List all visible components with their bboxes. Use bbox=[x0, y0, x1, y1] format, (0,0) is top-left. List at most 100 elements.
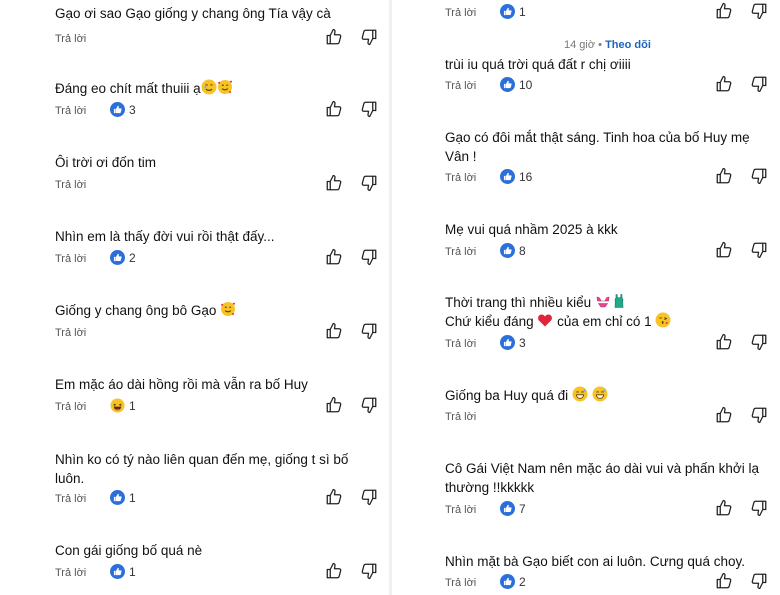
comment-text: trùi iu quá trời quá đất r chị ơiiii bbox=[445, 55, 631, 74]
reply-link[interactable]: Trả lời bbox=[55, 33, 86, 45]
like-count: 3 bbox=[500, 335, 526, 350]
thumbs-down-icon[interactable] bbox=[360, 174, 378, 192]
thumbs-down-icon[interactable] bbox=[750, 241, 768, 259]
follow-link[interactable]: Theo dõi bbox=[605, 39, 651, 51]
comment-text: Gạo ơi sao Gạo giống y chang ông Tía vậy… bbox=[55, 4, 331, 23]
thumbs-down-icon[interactable] bbox=[360, 562, 378, 580]
thumbs-up-icon[interactable] bbox=[715, 167, 733, 185]
thumbs-down-icon[interactable] bbox=[750, 167, 768, 185]
reply-link[interactable]: Trả lời bbox=[55, 253, 86, 265]
reply-link[interactable]: Trả lời bbox=[55, 105, 86, 117]
comment-text: Con gái giống bố quá nè bbox=[55, 541, 202, 560]
like-badge-icon bbox=[500, 243, 515, 258]
comment-line: Chứ kiểu đáng bbox=[445, 314, 534, 329]
reply-link[interactable]: Trả lời bbox=[445, 338, 476, 350]
like-count-value: 16 bbox=[519, 169, 533, 184]
time-ago: 14 giờ bbox=[564, 39, 596, 51]
like-count-value: 1 bbox=[129, 490, 136, 505]
thumbs-down-icon[interactable] bbox=[750, 2, 768, 20]
thumbs-down-icon[interactable] bbox=[360, 396, 378, 414]
thumbs-up-icon[interactable] bbox=[715, 499, 733, 517]
thumbs-up-icon[interactable] bbox=[715, 572, 733, 590]
like-count-value: 1 bbox=[129, 564, 136, 579]
thumbs-down-icon[interactable] bbox=[750, 75, 768, 93]
thumbs-down-icon[interactable] bbox=[360, 488, 378, 506]
like-badge-icon bbox=[500, 501, 515, 516]
like-badge-icon bbox=[110, 250, 125, 265]
comment-line: Con gái giống bố quá nè bbox=[55, 543, 203, 558]
like-count: 1 bbox=[110, 490, 136, 505]
thumbs-down-icon[interactable] bbox=[360, 322, 378, 340]
thumbs-up-icon[interactable] bbox=[715, 2, 733, 20]
comment-line: Gạo có đôi mắt thật sáng. Tinh hoa của b… bbox=[445, 130, 750, 145]
comment-text: Em mặc áo dài hồng rồi mà vẫn ra bố Huy bbox=[55, 375, 308, 394]
reply-link[interactable]: Trả lời bbox=[55, 493, 86, 505]
like-badge-icon bbox=[110, 490, 125, 505]
like-count-value: 7 bbox=[519, 501, 526, 516]
like-count-value: 1 bbox=[519, 4, 526, 19]
thumbs-down-icon[interactable] bbox=[750, 499, 768, 517]
thumbs-up-icon[interactable] bbox=[325, 100, 343, 118]
thumbs-up-icon[interactable] bbox=[325, 28, 343, 46]
thumbs-down-icon[interactable] bbox=[750, 333, 768, 351]
thumbs-up-icon[interactable] bbox=[715, 75, 733, 93]
like-count: 8 bbox=[500, 243, 526, 258]
reply-link[interactable]: Trả lời bbox=[445, 411, 476, 423]
grin-sweat-emoji-icon bbox=[572, 386, 588, 402]
tearful-smile-emoji-icon bbox=[201, 79, 217, 95]
reply-link[interactable]: Trả lời bbox=[445, 172, 476, 184]
thumbs-up-icon[interactable] bbox=[715, 406, 733, 424]
comment-text: Nhìn mặt bà Gạo biết con ai luôn. Cưng q… bbox=[445, 552, 745, 571]
reply-link[interactable]: Trả lời bbox=[55, 179, 86, 191]
like-badge-icon bbox=[110, 102, 125, 117]
comment-line: Mẹ vui quá nhầm 2025 à kkk bbox=[445, 222, 618, 237]
comment-line: Thời trang thì nhiều kiểu bbox=[445, 295, 592, 310]
comment-line: trùi iu quá trời quá đất r chị ơiiii bbox=[445, 57, 631, 72]
like-count: 1 bbox=[500, 4, 526, 19]
like-badge-icon bbox=[110, 564, 125, 579]
comment-text: Cô Gái Việt Nam nên mặc áo dài vui và ph… bbox=[445, 459, 759, 497]
comment-text: Ôi trời ơi đốn tim bbox=[55, 153, 156, 172]
thumbs-up-icon[interactable] bbox=[325, 248, 343, 266]
thumbs-down-icon[interactable] bbox=[360, 248, 378, 266]
reply-link[interactable]: Trả lời bbox=[55, 401, 86, 413]
smiling-hearts-emoji-icon bbox=[217, 79, 233, 95]
comment-line: Đáng eo chít mất thuiii ạ bbox=[55, 81, 201, 96]
thumbs-up-icon[interactable] bbox=[325, 174, 343, 192]
reply-link[interactable]: Trả lời bbox=[445, 7, 476, 19]
thumbs-down-icon[interactable] bbox=[360, 100, 378, 118]
comment-text: Nhìn em là thấy đời vui rồi thật đấy... bbox=[55, 227, 274, 246]
reply-link[interactable]: Trả lời bbox=[445, 577, 476, 589]
kiss-face-emoji-icon bbox=[655, 312, 671, 328]
comment-line: Gạo ơi sao Gạo giống y chang ông Tía vậy… bbox=[55, 6, 331, 21]
grin-sweat-emoji-icon bbox=[592, 386, 608, 402]
thumbs-up-icon[interactable] bbox=[325, 488, 343, 506]
comment-text: Nhìn ko có tý nào liên quan đến mẹ, giốn… bbox=[55, 450, 348, 488]
like-count: 1 bbox=[110, 564, 136, 579]
reply-link[interactable]: Trả lời bbox=[445, 80, 476, 92]
comment-text: Gạo có đôi mắt thật sáng. Tinh hoa của b… bbox=[445, 128, 750, 166]
like-count: 2 bbox=[500, 574, 526, 589]
separator-dot: • bbox=[598, 39, 602, 51]
right-comment-column: Trả lời 1 14 giờ • Theo dõi trùi iu quá … bbox=[392, 0, 780, 595]
reply-link[interactable]: Trả lời bbox=[55, 567, 86, 579]
reply-link[interactable]: Trả lời bbox=[445, 246, 476, 258]
thumbs-up-icon[interactable] bbox=[325, 562, 343, 580]
laugh-emoji-icon bbox=[110, 398, 125, 413]
comment-line: Nhìn mặt bà Gạo biết con ai luôn. Cưng q… bbox=[445, 554, 745, 569]
thumbs-down-icon[interactable] bbox=[360, 28, 378, 46]
reply-link[interactable]: Trả lời bbox=[55, 327, 86, 339]
like-count: 3 bbox=[110, 102, 136, 117]
thumbs-down-icon[interactable] bbox=[750, 406, 768, 424]
thumbs-up-icon[interactable] bbox=[715, 333, 733, 351]
comment-meta-header: 14 giờ • Theo dõi bbox=[564, 39, 651, 51]
thumbs-down-icon[interactable] bbox=[750, 572, 768, 590]
like-badge-icon bbox=[500, 169, 515, 184]
thumbs-up-icon[interactable] bbox=[325, 396, 343, 414]
like-count: 16 bbox=[500, 169, 532, 184]
comment-text: Thời trang thì nhiều kiểu Chứ kiểu đáng … bbox=[445, 293, 671, 331]
like-count: 10 bbox=[500, 77, 532, 92]
reply-link[interactable]: Trả lời bbox=[445, 504, 476, 516]
thumbs-up-icon[interactable] bbox=[325, 322, 343, 340]
thumbs-up-icon[interactable] bbox=[715, 241, 733, 259]
